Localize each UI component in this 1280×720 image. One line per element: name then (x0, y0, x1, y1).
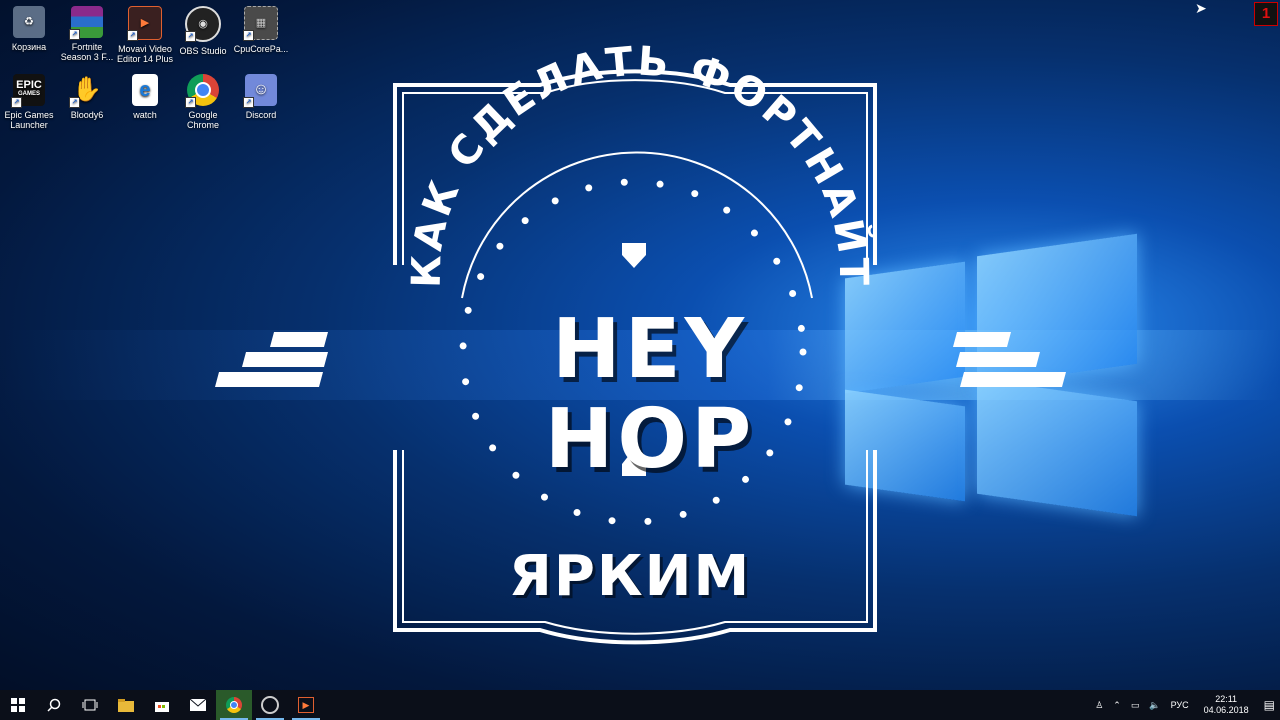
search-icon (47, 698, 61, 712)
mail-icon (190, 699, 206, 711)
volume-icon[interactable]: 🔈 (1149, 700, 1160, 711)
network-icon[interactable]: ▭ (1131, 700, 1140, 711)
clock[interactable]: 22:11 04.06.2018 (1204, 694, 1249, 716)
chevron-up-icon[interactable]: ⌃ (1113, 700, 1121, 711)
store-bag-icon (155, 702, 169, 712)
taskbar-obs[interactable] (252, 690, 288, 720)
taskbar-movavi[interactable]: ▶ (288, 690, 324, 720)
clock-time: 22:11 (1215, 694, 1238, 704)
system-tray: ♙ ⌃ ▭ 🔈 РУС 22:11 04.06.2018 ▤ (1090, 690, 1280, 720)
taskbar-mail[interactable] (180, 690, 216, 720)
thumbnail-main-title: HEY HOP (544, 302, 756, 487)
clock-date: 04.06.2018 (1203, 705, 1249, 715)
people-icon[interactable]: ♙ (1095, 700, 1103, 711)
task-view-button[interactable] (72, 690, 108, 720)
taskbar-store[interactable] (144, 690, 180, 720)
video-thumbnail-logo: КАК СДЕЛАТЬ ФОРТНАЙТ HEY HOP ЯРКИМ (0, 0, 1280, 720)
folder-icon (118, 699, 134, 712)
taskbar-chrome[interactable] (216, 690, 252, 720)
language-indicator[interactable]: РУС (1171, 700, 1189, 710)
movavi-icon: ▶ (298, 697, 314, 713)
chrome-icon (226, 697, 242, 713)
obs-icon (261, 696, 279, 714)
taskbar-file-explorer[interactable] (108, 690, 144, 720)
start-button[interactable] (0, 690, 36, 720)
notification-icon[interactable]: ▤ (1264, 698, 1275, 712)
thumbnail-bottom-title: ЯРКИМ (508, 544, 752, 609)
windows-start-icon (11, 698, 25, 712)
taskbar: ▶ ♙ ⌃ ▭ 🔈 РУС 22:11 04.06.2018 ▤ (0, 690, 1280, 720)
search-button[interactable] (36, 690, 72, 720)
task-view-icon (82, 699, 98, 711)
